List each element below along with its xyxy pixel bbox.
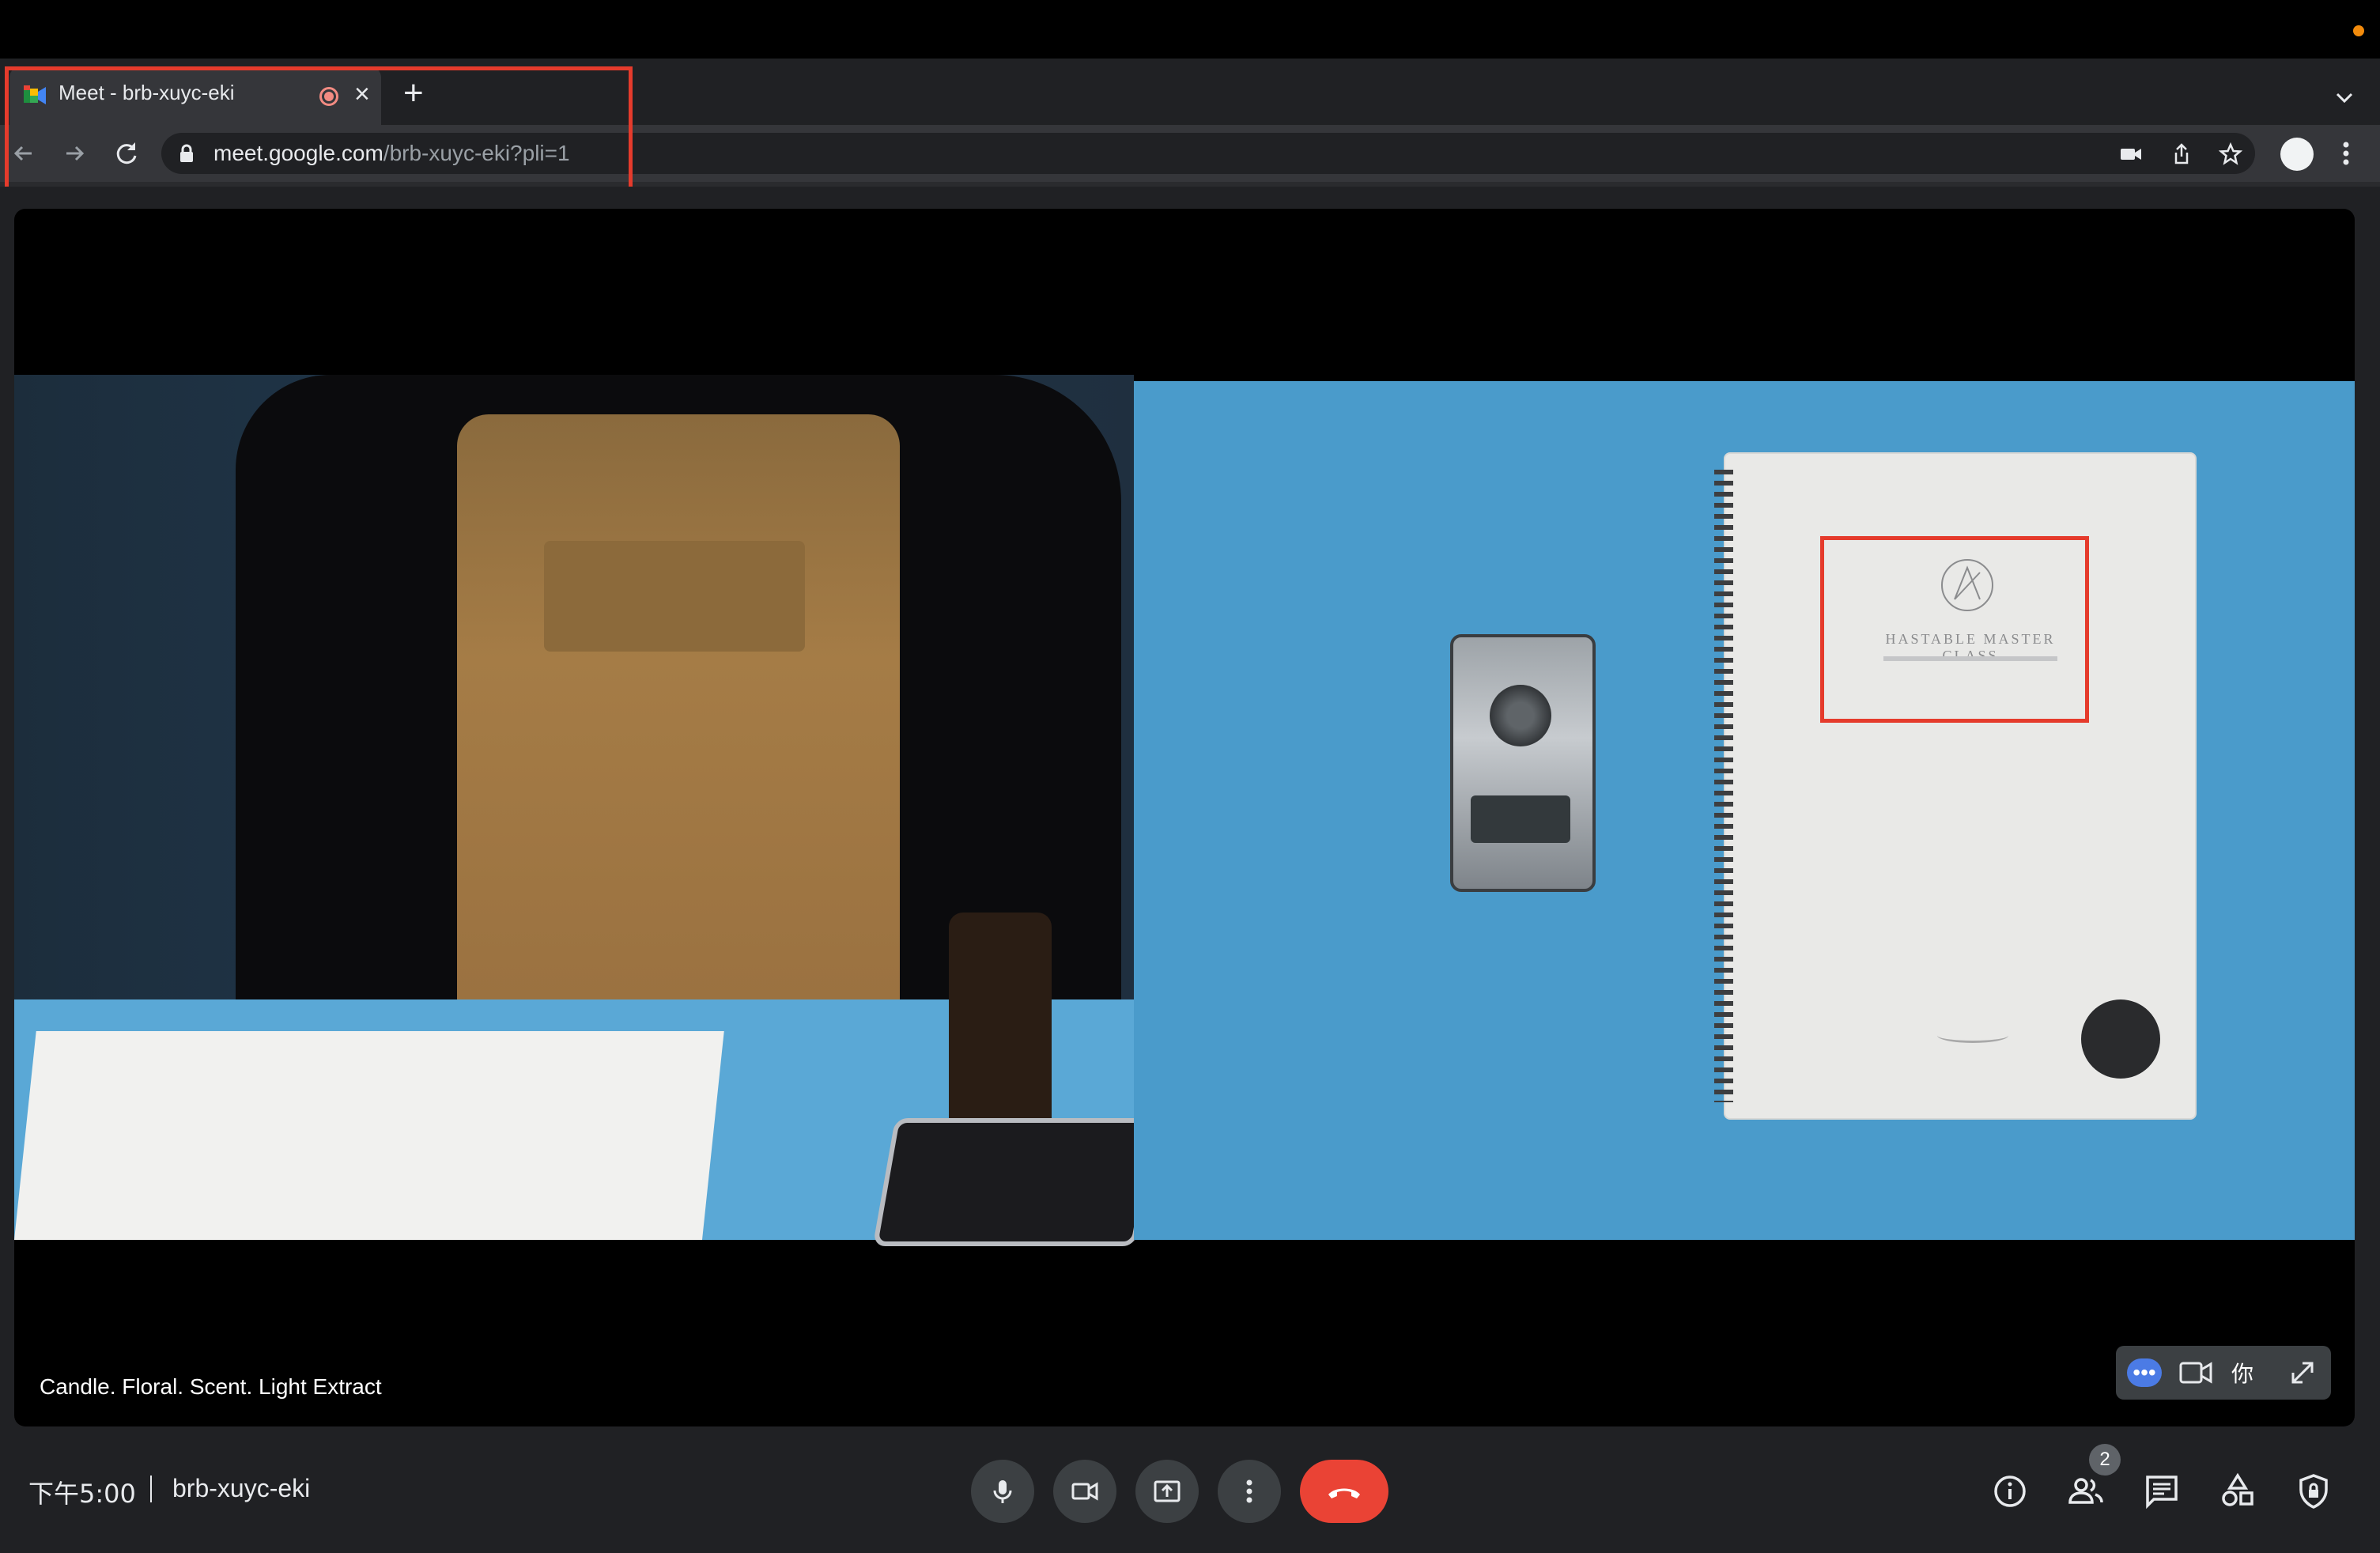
self-options-button[interactable]: ••• xyxy=(2127,1358,2162,1387)
expand-icon[interactable] xyxy=(2288,1358,2317,1387)
video-stage: HASTABLE MASTER CLASS Candle. Floral. Sc… xyxy=(14,209,2355,1426)
self-camera-icon[interactable] xyxy=(2179,1360,2212,1385)
notebook-badge-icon xyxy=(2081,999,2160,1079)
notebook-spiral xyxy=(1714,470,1733,1102)
activities-icon[interactable] xyxy=(2219,1472,2257,1510)
notebook-left xyxy=(14,1031,724,1240)
hang-up-icon xyxy=(1328,1488,1360,1498)
camera-icon[interactable] xyxy=(2119,142,2143,166)
video-feed-person xyxy=(14,375,1158,1246)
tab-search-icon[interactable] xyxy=(2334,87,2355,108)
chat-icon[interactable] xyxy=(2143,1472,2181,1510)
camera-button[interactable] xyxy=(1053,1460,1116,1523)
notebook-signature xyxy=(1937,1028,2008,1043)
leave-call-button[interactable] xyxy=(1300,1460,1388,1523)
digital-scale-right xyxy=(1450,634,1596,892)
meeting-details-icon[interactable] xyxy=(1991,1472,2029,1510)
present-button[interactable] xyxy=(1135,1460,1199,1523)
share-icon[interactable] xyxy=(2170,142,2193,166)
highlight-box-browser xyxy=(5,66,633,196)
person-apron xyxy=(457,414,900,1023)
video-camera-icon xyxy=(1071,1482,1098,1501)
host-controls-icon[interactable] xyxy=(2295,1472,2333,1510)
microphone-icon xyxy=(993,1480,1012,1503)
participants-count-badge: 2 xyxy=(2089,1444,2121,1476)
more-options-button[interactable] xyxy=(1218,1460,1281,1523)
digital-scale-left xyxy=(872,1118,1158,1246)
scale-display xyxy=(1471,795,1570,843)
star-icon[interactable] xyxy=(2219,142,2242,166)
more-vert-icon xyxy=(1246,1479,1252,1503)
apron-pocket xyxy=(544,541,805,652)
people-icon[interactable] xyxy=(2067,1472,2105,1510)
meeting-info-separator xyxy=(150,1476,152,1502)
amber-bottle xyxy=(949,913,1052,1126)
microphone-button[interactable] xyxy=(971,1460,1034,1523)
scale-dial xyxy=(1490,685,1551,746)
meeting-time: 下午5:00 xyxy=(28,1479,136,1509)
os-title-bar xyxy=(0,0,2380,59)
notification-dot xyxy=(2353,25,2364,36)
profile-avatar[interactable] xyxy=(2280,138,2314,171)
meeting-code: brb-xuyc-eki xyxy=(172,1474,311,1502)
video-feed-overhead: HASTABLE MASTER CLASS xyxy=(1134,381,2355,1240)
self-view-tile[interactable]: ••• 你 xyxy=(2116,1346,2331,1400)
highlight-box-notebook xyxy=(1820,536,2089,723)
self-label: 你 xyxy=(2231,1361,2254,1387)
presenter-caption: Candle. Floral. Scent. Light Extract xyxy=(40,1374,382,1399)
more-vert-icon[interactable] xyxy=(2334,139,2358,168)
present-screen-icon xyxy=(1154,1480,1181,1502)
